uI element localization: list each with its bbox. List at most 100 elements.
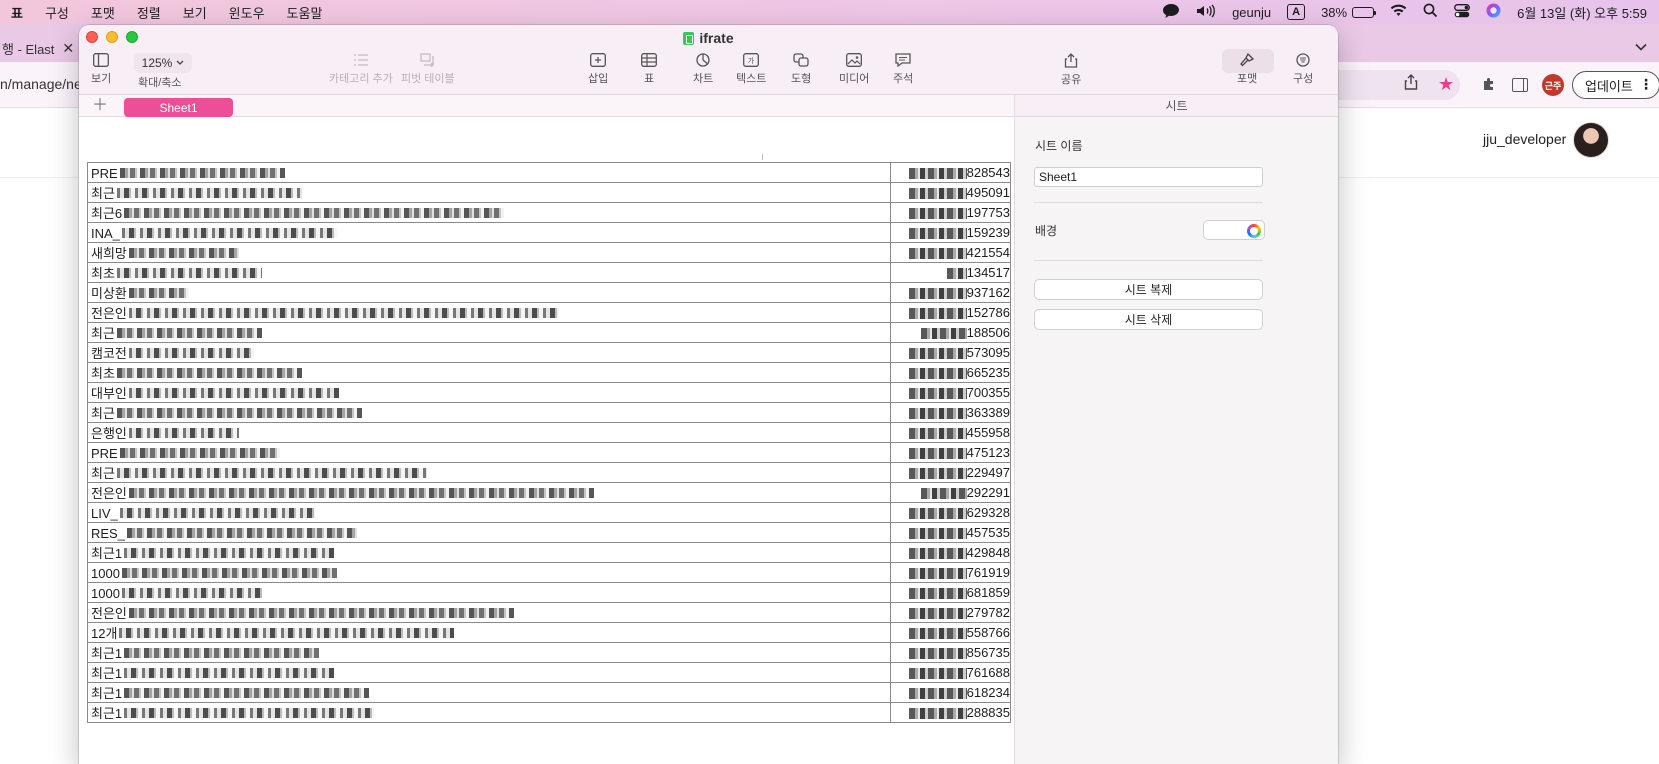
table-cell-value[interactable]: 429848 bbox=[890, 542, 1011, 563]
table-row[interactable]: 최초 134517 bbox=[86, 262, 1011, 283]
table-row[interactable]: 새희망 421554 bbox=[86, 242, 1011, 263]
table-cell-value[interactable]: 197753 bbox=[890, 202, 1011, 223]
table-row[interactable]: 미상환 937162 bbox=[86, 282, 1011, 303]
toolbar-format[interactable]: 포맷 bbox=[1237, 53, 1257, 86]
table-cell-value[interactable]: 828543 bbox=[890, 162, 1011, 183]
table-cell-label[interactable]: 최근 bbox=[86, 322, 892, 343]
delete-sheet-button[interactable]: 시트 삭제 bbox=[1034, 309, 1263, 330]
toolbar-view[interactable]: 보기 bbox=[91, 53, 111, 86]
toolbar-chart[interactable]: 차트 bbox=[693, 53, 713, 86]
site-username[interactable]: jju_developer bbox=[1483, 131, 1566, 147]
table-cell-value[interactable]: 159239 bbox=[890, 222, 1011, 243]
close-tab-icon[interactable]: ✕ bbox=[62, 40, 74, 57]
side-panel-icon[interactable] bbox=[1512, 78, 1528, 92]
table-cell-value[interactable]: 629328 bbox=[890, 502, 1011, 523]
toolbar-share[interactable]: 공유 bbox=[1061, 53, 1081, 87]
table-row[interactable]: INA_ 159239 bbox=[86, 222, 1011, 243]
table-cell-label[interactable]: 최근6 bbox=[86, 202, 892, 223]
plus-icon[interactable]: ＋ bbox=[92, 96, 108, 116]
table-row[interactable]: 최근 363389 bbox=[86, 402, 1011, 423]
table-cell-label[interactable]: 은행인 bbox=[86, 422, 892, 443]
toolbar-pivot-table[interactable]: 피벗 테이블 bbox=[401, 53, 455, 86]
toolbar-insert[interactable]: 삽입 bbox=[588, 53, 608, 86]
table-cell-label[interactable]: 1000 bbox=[86, 562, 892, 583]
update-button[interactable]: 업데이트 ⋮ bbox=[1572, 71, 1659, 99]
table-cell-value[interactable]: 363389 bbox=[890, 402, 1011, 423]
menu-app[interactable]: 표 bbox=[0, 3, 34, 22]
table-cell-value[interactable]: 152786 bbox=[890, 302, 1011, 323]
table-row[interactable]: 전은인 292291 bbox=[86, 482, 1011, 503]
table-cell-label[interactable]: LIV_ bbox=[86, 502, 892, 523]
menu-clock[interactable]: 6월 13일 (화) 오후 5:59 bbox=[1517, 3, 1647, 22]
table-row[interactable]: RES_ 457535 bbox=[86, 522, 1011, 543]
table-cell-label[interactable]: RES_ bbox=[86, 522, 892, 543]
siri-icon[interactable] bbox=[1486, 3, 1501, 21]
menu-item-arrange[interactable]: 정렬 bbox=[126, 3, 172, 22]
duplicate-sheet-button[interactable]: 시트 복제 bbox=[1034, 279, 1263, 300]
table-row[interactable]: 최근1 761688 bbox=[86, 662, 1011, 683]
table-cell-value[interactable]: 292291 bbox=[890, 482, 1011, 503]
zoom-select[interactable]: 125% bbox=[134, 53, 192, 73]
bookmark-star-icon[interactable]: ★ bbox=[1438, 75, 1454, 93]
table-cell-value[interactable]: 665235 bbox=[890, 362, 1011, 383]
table-cell-value[interactable]: 681859 bbox=[890, 582, 1011, 603]
table-cell-value[interactable]: 618234 bbox=[890, 682, 1011, 703]
table-row[interactable]: 최근1 429848 bbox=[86, 542, 1011, 563]
table-cell-label[interactable]: 전은인 bbox=[86, 602, 892, 623]
toolbar-media[interactable]: 미디어 bbox=[839, 53, 869, 86]
table-row[interactable]: 최근6 197753 bbox=[86, 202, 1011, 223]
tab-list-chevron-icon[interactable] bbox=[1635, 40, 1647, 54]
toolbar-text[interactable]: 가 텍스트 bbox=[736, 53, 766, 86]
table-cell-value[interactable]: 288835 bbox=[890, 702, 1011, 723]
table-cell-value[interactable]: 475123 bbox=[890, 442, 1011, 463]
background-color-well[interactable] bbox=[1203, 220, 1265, 240]
table-row[interactable]: PRE 475123 bbox=[86, 442, 1011, 463]
table-row[interactable]: 최근1 856735 bbox=[86, 642, 1011, 663]
table-cell-label[interactable]: 최근 bbox=[86, 182, 892, 203]
data-table[interactable]: PRE 828543 최근 495091 최근6 197753 INA_ 159239 새희망 4… bbox=[86, 162, 1011, 723]
table-cell-label[interactable]: 1000 bbox=[86, 582, 892, 603]
table-cell-label[interactable]: 전은인 bbox=[86, 482, 892, 503]
battery-status[interactable]: 38% bbox=[1321, 5, 1377, 20]
menu-item-format[interactable]: 포맷 bbox=[80, 3, 126, 22]
table-cell-label[interactable]: PRE bbox=[86, 162, 892, 183]
table-row[interactable]: 은행인 455958 bbox=[86, 422, 1011, 443]
table-cell-label[interactable]: 최근 bbox=[86, 462, 892, 483]
table-row[interactable]: 최근 188506 bbox=[86, 322, 1011, 343]
input-source-indicator[interactable]: A bbox=[1287, 4, 1306, 20]
table-cell-value[interactable]: 229497 bbox=[890, 462, 1011, 483]
table-row[interactable]: 최근 495091 bbox=[86, 182, 1011, 203]
spotlight-search-icon[interactable] bbox=[1423, 3, 1438, 21]
color-wheel-icon[interactable] bbox=[1247, 224, 1261, 238]
table-cell-value[interactable]: 134517 bbox=[890, 262, 1011, 283]
table-cell-label[interactable]: 새희망 bbox=[86, 242, 892, 263]
wifi-icon[interactable] bbox=[1390, 4, 1407, 20]
table-cell-label[interactable]: PRE bbox=[86, 442, 892, 463]
table-cell-label[interactable]: 최초 bbox=[86, 362, 892, 383]
chat-bubble-icon[interactable] bbox=[1162, 3, 1180, 22]
volume-icon[interactable] bbox=[1196, 4, 1216, 21]
table-cell-value[interactable]: 761688 bbox=[890, 662, 1011, 683]
table-cell-label[interactable]: 전은인 bbox=[86, 302, 892, 323]
table-cell-value[interactable]: 421554 bbox=[890, 242, 1011, 263]
table-cell-label[interactable]: 최근1 bbox=[86, 662, 892, 683]
control-center-icon[interactable] bbox=[1454, 3, 1471, 21]
table-cell-label[interactable]: 최근1 bbox=[86, 682, 892, 703]
toolbar-table[interactable]: 표 bbox=[641, 53, 657, 86]
table-row[interactable]: PRE 828543 bbox=[86, 162, 1011, 183]
address-bar-text[interactable]: n/manage/ne bbox=[0, 76, 82, 92]
table-cell-value[interactable]: 573095 bbox=[890, 342, 1011, 363]
table-row[interactable]: 최근1 618234 bbox=[86, 682, 1011, 703]
browser-tab[interactable]: 행 - Elast ✕ bbox=[0, 34, 78, 62]
table-cell-value[interactable]: 761919 bbox=[890, 562, 1011, 583]
toolbar-organize[interactable]: 구성 bbox=[1293, 53, 1313, 86]
table-cell-value[interactable]: 188506 bbox=[890, 322, 1011, 343]
table-cell-label[interactable]: 최초 bbox=[86, 262, 892, 283]
menu-item-window[interactable]: 윈도우 bbox=[218, 3, 276, 22]
extensions-puzzle-icon[interactable] bbox=[1482, 76, 1498, 95]
sheet-tab-sheet1[interactable]: Sheet1 bbox=[124, 98, 233, 117]
menu-item-organize[interactable]: 구성 bbox=[34, 3, 80, 22]
toolbar-shape[interactable]: 도형 bbox=[791, 53, 811, 86]
table-row[interactable]: 최초 665235 bbox=[86, 362, 1011, 383]
menu-user[interactable]: geunju bbox=[1232, 5, 1271, 20]
